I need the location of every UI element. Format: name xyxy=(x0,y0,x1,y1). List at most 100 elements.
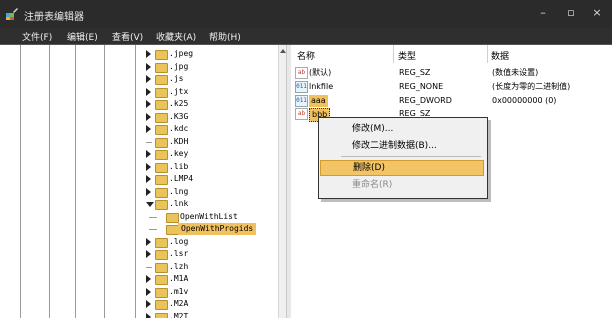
tree-node-label: .M2A xyxy=(169,299,189,308)
folder-icon xyxy=(155,100,168,110)
menu-favorites[interactable]: 收藏夹(A) xyxy=(156,30,196,43)
tree-node[interactable]: .M1A xyxy=(0,273,278,285)
tree-node[interactable]: .K3G xyxy=(0,111,278,123)
expand-arrow-icon[interactable] xyxy=(146,275,151,283)
menu-help[interactable]: 帮助(H) xyxy=(209,30,241,43)
menu-view[interactable]: 查看(V) xyxy=(112,30,143,43)
expand-arrow-icon[interactable] xyxy=(146,88,151,96)
menu-item-label: 修改二进制数据(B)... xyxy=(352,141,437,151)
tree-node[interactable]: .k25 xyxy=(0,98,278,110)
expand-arrow-icon[interactable] xyxy=(146,125,151,133)
tree-node-label: .M1A xyxy=(169,274,189,283)
menu-file[interactable]: 文件(F) xyxy=(22,30,52,43)
binary-value-icon: 011 xyxy=(295,81,308,93)
tree-node-label: .K3G xyxy=(169,112,189,121)
folder-icon xyxy=(155,175,168,185)
tree-node[interactable]: .js xyxy=(0,73,278,85)
tree-node-label: .k25 xyxy=(169,99,189,108)
menu-edit[interactable]: 编辑(E) xyxy=(67,30,98,43)
value-name: lnkfile xyxy=(309,82,334,91)
tree-connector xyxy=(146,267,152,268)
tree-node[interactable]: OpenWithList xyxy=(0,211,278,223)
value-row[interactable]: 011 aaa REG_DWORD 0x00000000 (0) xyxy=(295,95,605,107)
menu-item-modify[interactable]: 修改(M)... xyxy=(319,122,485,136)
tree-node[interactable]: .M2T xyxy=(0,311,278,318)
maximize-button[interactable]: ▫ xyxy=(560,5,582,21)
tree-node-label: .lzh xyxy=(169,262,189,271)
tree-node-label: .LMP4 xyxy=(169,174,194,183)
column-header-type[interactable]: 类型 xyxy=(398,49,416,62)
folder-icon xyxy=(155,50,168,60)
registry-tree[interactable]: .jpeg .jpg .js .jtx .k25 .K3G .kdc .KDH .key .lib… xyxy=(0,45,286,318)
tree-node-label: .jtx xyxy=(169,87,189,96)
column-separator[interactable] xyxy=(487,45,488,63)
column-separator[interactable] xyxy=(393,45,394,63)
folder-icon xyxy=(155,125,168,135)
expand-arrow-icon[interactable] xyxy=(146,288,151,296)
value-type: REG_SZ xyxy=(399,68,431,77)
value-name: aaa xyxy=(309,95,328,107)
minimize-button[interactable]: – xyxy=(532,5,554,21)
expand-arrow-icon[interactable] xyxy=(146,100,151,108)
expand-arrow-icon[interactable] xyxy=(146,113,151,121)
tree-node[interactable]: .key xyxy=(0,148,278,160)
expand-arrow-icon[interactable] xyxy=(146,163,151,171)
expand-arrow-icon[interactable] xyxy=(146,175,151,183)
folder-icon xyxy=(155,150,168,160)
tree-node[interactable]: .m1v xyxy=(0,286,278,298)
tree-node[interactable]: .jpg xyxy=(0,61,278,73)
folder-icon xyxy=(155,275,168,285)
column-header-data[interactable]: 数据 xyxy=(491,49,509,62)
tree-node-label: .lib xyxy=(169,162,189,171)
value-row[interactable]: ab (默认) REG_SZ (数值未设置) xyxy=(295,67,605,79)
folder-icon xyxy=(155,200,168,210)
expand-arrow-icon[interactable] xyxy=(146,300,151,308)
value-name: (默认) xyxy=(309,68,332,77)
expand-arrow-icon[interactable] xyxy=(146,250,151,258)
menu-separator xyxy=(341,156,481,157)
value-data: (数值未设置) xyxy=(492,68,539,77)
tree-node[interactable]: .lnk xyxy=(0,198,278,210)
value-data: 0x00000000 (0) xyxy=(492,96,557,105)
close-button[interactable]: × xyxy=(586,5,608,21)
menu-item-delete[interactable]: 删除(D) xyxy=(320,160,484,176)
tree-node-label: .kdc xyxy=(169,124,189,133)
folder-icon xyxy=(155,250,168,260)
tree-node[interactable]: .log xyxy=(0,236,278,248)
tree-node[interactable]: .lsr xyxy=(0,248,278,260)
folder-icon xyxy=(155,288,168,298)
menu-item-label: 重命名(R) xyxy=(352,180,393,190)
tree-node[interactable]: .jtx xyxy=(0,86,278,98)
value-row[interactable]: 011 lnkfile REG_NONE (长度为零的二进制值) xyxy=(295,81,605,93)
tree-node[interactable]: .lng xyxy=(0,186,278,198)
collapse-arrow-icon[interactable] xyxy=(146,202,154,207)
folder-icon xyxy=(155,88,168,98)
tree-node-label: .m1v xyxy=(169,287,189,296)
column-header-name[interactable]: 名称 xyxy=(297,49,315,62)
tree-node[interactable]: .jpeg xyxy=(0,48,278,60)
tree-node[interactable]: .kdc xyxy=(0,123,278,135)
tree-node[interactable]: .M2A xyxy=(0,298,278,310)
tree-connector xyxy=(149,217,157,218)
value-data: (长度为零的二进制值) xyxy=(492,82,571,91)
folder-icon xyxy=(155,163,168,173)
tree-node[interactable]: .lib xyxy=(0,161,278,173)
menu-item-rename[interactable]: 重命名(R) xyxy=(319,178,485,192)
tree-node-label: .log xyxy=(169,237,189,246)
folder-icon xyxy=(155,300,168,310)
tree-node-label: .lsr xyxy=(169,249,189,258)
expand-arrow-icon[interactable] xyxy=(146,150,151,158)
expand-arrow-icon[interactable] xyxy=(146,63,151,71)
expand-arrow-icon[interactable] xyxy=(146,188,151,196)
tree-node[interactable]: .LMP4 xyxy=(0,173,278,185)
context-menu: 修改(M)... 修改二进制数据(B)... 删除(D) 重命名(R) xyxy=(318,117,488,199)
expand-arrow-icon[interactable] xyxy=(146,50,151,58)
expand-arrow-icon[interactable] xyxy=(146,238,151,246)
tree-node[interactable]: OpenWithProgids xyxy=(0,223,278,235)
tree-node[interactable]: .lzh xyxy=(0,261,278,273)
tree-node[interactable]: .KDH xyxy=(0,136,278,148)
menu-item-modify-binary[interactable]: 修改二进制数据(B)... xyxy=(319,139,485,153)
tree-node-label: OpenWithProgids xyxy=(178,223,257,235)
expand-arrow-icon[interactable] xyxy=(146,313,151,318)
expand-arrow-icon[interactable] xyxy=(146,75,151,83)
